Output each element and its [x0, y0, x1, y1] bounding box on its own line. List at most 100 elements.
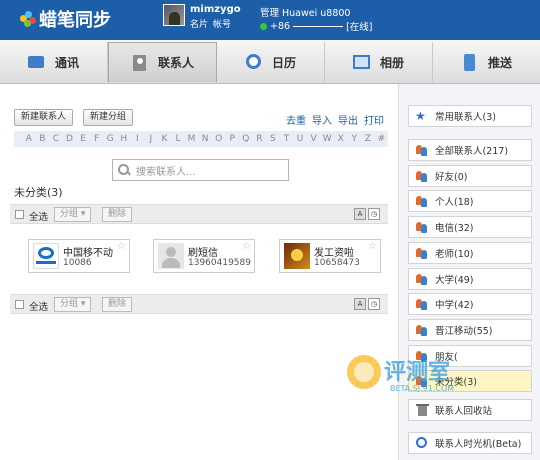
alphabet-letter[interactable]: T [280, 134, 294, 144]
sidebar-item-label: 个人(18) [435, 197, 474, 209]
new-contact-button[interactable]: 新建联系人 [14, 109, 74, 126]
search-input[interactable]: 搜索联系人... [112, 159, 289, 181]
select-all-checkbox[interactable] [15, 300, 24, 309]
sidebar-item-group[interactable]: 个人(18) [408, 190, 532, 213]
sidebar-item-favorites[interactable]: ★ 常用联系人(3) [408, 105, 532, 127]
export-link[interactable]: 导出 [338, 112, 358, 127]
alphabet-letter[interactable]: X [334, 134, 348, 144]
alphabet-letter[interactable]: J [144, 134, 158, 144]
group-dropdown-button[interactable]: 分组 ▾ [54, 297, 92, 312]
alpha-view-button[interactable]: A [354, 208, 366, 220]
brand-name: 蜡笔同步 [39, 10, 111, 31]
alphabet-letter[interactable]: C [49, 134, 63, 144]
alphabet-letter[interactable]: N [198, 134, 212, 144]
alphabet-letter[interactable]: P [225, 134, 239, 144]
alphabet-letter[interactable]: S [266, 134, 280, 144]
people-icon [415, 247, 429, 259]
recent-view-button[interactable]: ◷ [368, 298, 380, 310]
sidebar-item-group[interactable]: 晋江移动(55) [408, 318, 532, 341]
sidebar-item-group[interactable]: 好友(0) [408, 164, 532, 187]
sidebar-item-group[interactable]: 老师(10) [408, 241, 532, 264]
watermark-logo: 评测室 BETA.SJ.91.COM [347, 355, 454, 392]
select-all-checkbox[interactable] [15, 210, 24, 219]
alphabet-letter[interactable]: K [158, 134, 172, 144]
alphabet-letter[interactable]: I [131, 134, 145, 144]
watermark-subtitle: BETA.SJ.91.COM [390, 384, 454, 392]
alphabet-letter[interactable]: L [171, 134, 185, 144]
select-all-label: 全选 [29, 212, 49, 223]
alphabet-letter[interactable]: A [22, 134, 36, 144]
device-label[interactable]: 管理 Huawei u8800 [260, 5, 350, 19]
alphabet-letter[interactable]: B [36, 134, 50, 144]
group-dropdown-button[interactable]: 分组 ▾ [54, 207, 92, 222]
alpha-view-button[interactable]: A [354, 298, 366, 310]
new-group-button[interactable]: 新建分组 [83, 109, 134, 126]
star-icon: ★ [415, 109, 426, 123]
contact-card[interactable]: 中国移不动 10086 ☆ [28, 239, 130, 273]
alphabet-letter[interactable]: E [76, 134, 90, 144]
alphabet-letter[interactable]: Z [361, 134, 375, 144]
avatar[interactable] [163, 4, 185, 26]
tab-label: 日历 [271, 55, 296, 70]
tab-push[interactable]: 推送 [433, 42, 540, 82]
sidebar-item-label: 联系人时光机(Beta) [435, 439, 522, 450]
phone-number: +86 [270, 20, 291, 32]
contact-card[interactable]: 发工资啦 10658473 ☆ [279, 239, 381, 273]
alphabet-letter[interactable]: D [63, 134, 77, 144]
watermark-title: 评测室 [384, 359, 450, 385]
clock-icon [415, 437, 429, 449]
tab-contacts[interactable]: 联系人 [108, 42, 217, 82]
sidebar-item-all-contacts[interactable]: 全部联系人(217) [408, 139, 532, 161]
select-bar-bottom: 全选 分组 ▾ 删除 A ◷ [10, 294, 388, 314]
alphabet-letter[interactable]: M [185, 134, 199, 144]
sidebar-item-label: 电信(32) [435, 223, 474, 235]
contacts-toolbar: 新建联系人 新建分组 去重 导入 导出 打印 [14, 108, 388, 128]
contact-number: 10086 [63, 258, 92, 268]
contact-number: 13960419589 [188, 258, 251, 268]
sidebar-item-label: 好友(0) [435, 171, 468, 183]
delete-button[interactable]: 删除 [102, 207, 133, 222]
sidebar-item-timemachine[interactable]: 联系人时光机(Beta) [408, 432, 532, 454]
dedupe-link[interactable]: 去重 [286, 112, 306, 127]
phone-icon [461, 54, 479, 71]
alphabet-letter[interactable]: # [375, 134, 389, 144]
card-link[interactable]: 名片 [190, 20, 208, 30]
alphabet-letter[interactable]: H [117, 134, 131, 144]
alphabet-letter[interactable]: F [90, 134, 104, 144]
top-bar: 蜡笔同步 mimzygo 名片 帐号 管理 Huawei u8800 +86 [在… [0, 0, 540, 40]
tab-label: 相册 [379, 55, 404, 70]
alphabet-letter[interactable]: Y [348, 134, 362, 144]
star-icon[interactable]: ☆ [368, 241, 377, 252]
tab-messages[interactable]: 通讯 [0, 42, 108, 82]
tab-calendar[interactable]: 日历 [217, 42, 325, 82]
sidebar-item-group[interactable]: 中学(42) [408, 293, 532, 316]
alphabet-letter[interactable]: Q [239, 134, 253, 144]
contact-number: 10658473 [314, 258, 360, 268]
alphabet-letter[interactable]: V [307, 134, 321, 144]
star-icon[interactable]: ☆ [117, 241, 126, 252]
delete-button[interactable]: 删除 [102, 297, 133, 312]
default-avatar-icon [158, 243, 184, 269]
online-dot-icon [260, 22, 267, 30]
alphabet-letter[interactable]: R [253, 134, 267, 144]
star-icon[interactable]: ☆ [242, 241, 251, 252]
brand-logo[interactable]: 蜡笔同步 [20, 7, 111, 31]
trash-icon [415, 404, 429, 416]
sidebar-item-label: 联系人回收站 [435, 406, 493, 417]
alphabet-letter[interactable]: U [293, 134, 307, 144]
print-link[interactable]: 打印 [364, 112, 384, 127]
recent-view-button[interactable]: ◷ [368, 208, 380, 220]
account-link[interactable]: 帐号 [213, 20, 231, 30]
money-icon [284, 243, 310, 269]
import-link[interactable]: 导入 [312, 112, 332, 127]
tab-photos[interactable]: 相册 [325, 42, 433, 82]
alphabet-letter[interactable]: W [320, 134, 334, 144]
alphabet-letter[interactable]: O [212, 134, 226, 144]
people-icon [415, 170, 429, 182]
alphabet-letter[interactable]: G [103, 134, 117, 144]
sidebar-item-group[interactable]: 大学(49) [408, 267, 532, 290]
sidebar-item-label: 全部联系人(217) [435, 146, 509, 157]
sidebar-item-trash[interactable]: 联系人回收站 [408, 399, 532, 421]
contact-card[interactable]: 刷短信 13960419589 ☆ [153, 239, 255, 273]
sidebar-item-group[interactable]: 电信(32) [408, 216, 532, 239]
